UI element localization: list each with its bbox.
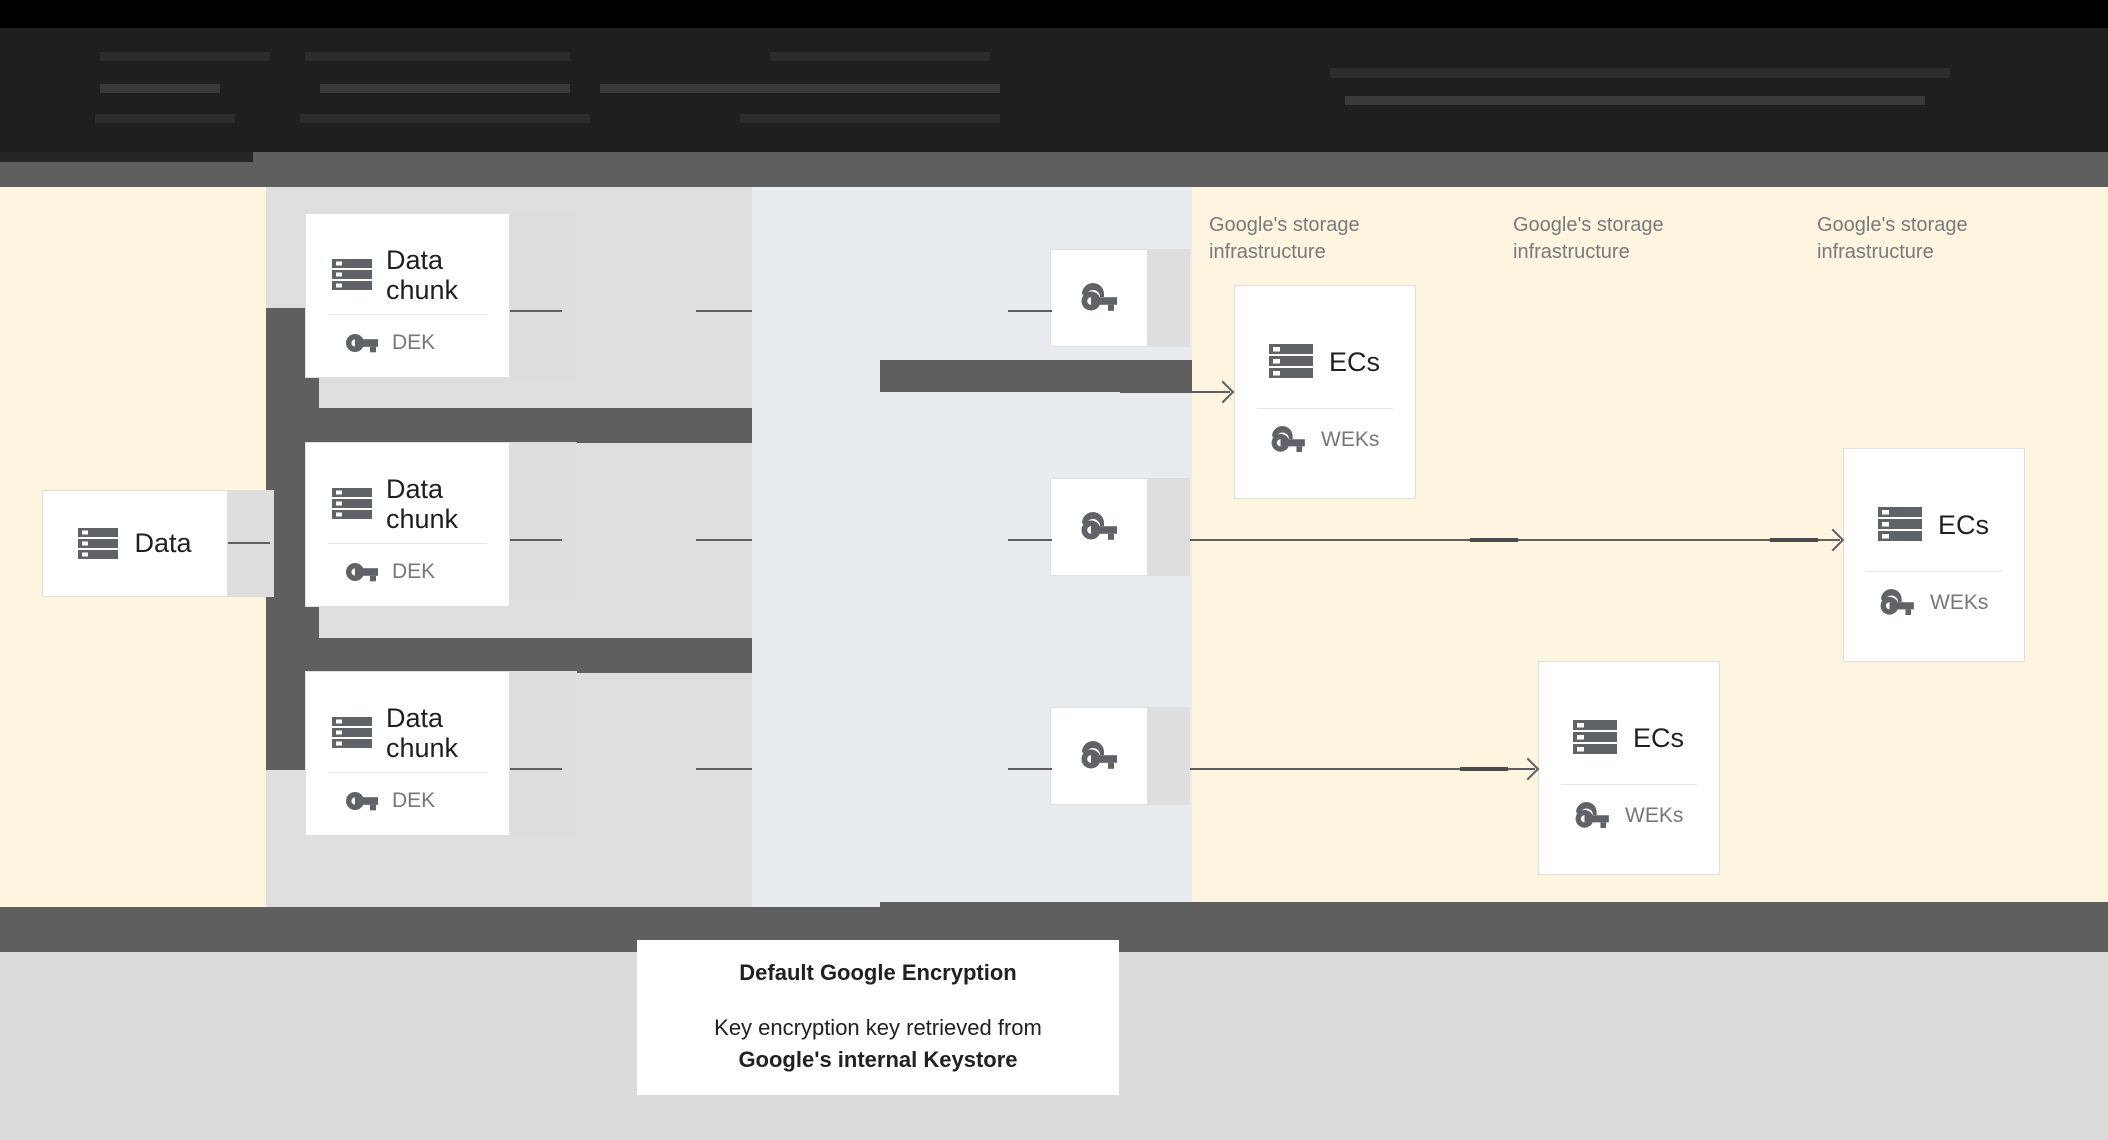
weks-label: WEKs [1930,591,1989,614]
obscured-text-line [95,114,235,123]
diagram-canvas: Google's storage infrastructure Google's… [0,0,2108,1140]
wrapped-key-icon [1269,425,1307,455]
chunk-shadow-3 [510,671,577,836]
obscured-text-line [1330,68,1950,78]
ec-label: ECs [1938,509,1990,540]
connector-data-to-fanout [228,542,270,544]
key-icon [346,332,378,354]
wrapped-key-box-3[interactable] [1050,707,1148,805]
storage-icon [332,487,372,521]
connector-chunk2-to-dek2 [510,539,562,541]
wrapped-key-box-1[interactable] [1050,249,1148,347]
caption-heading: Default Google Encryption [739,959,1017,985]
connector-to-wrappedkey-2 [1008,539,1052,541]
storage-icon [78,527,119,561]
key-icon [346,561,378,583]
section-label-storage-2: Google's storage infrastructure [1513,214,1664,263]
data-chunk-label: Data chunk [386,473,459,534]
wrapped-key-icon [1079,282,1119,314]
data-chunk-label: Data chunk [386,244,459,305]
dek-label: DEK [392,331,436,354]
caption-body: Key encryption key retrieved from Google… [714,1012,1042,1076]
obscured-text-band [0,28,2108,152]
wrapped-key-shadow-2 [1148,478,1190,576]
obscured-text-line [1345,96,1925,105]
obscured-text-line [100,52,270,61]
arrow-to-ec-1 [1120,391,1230,393]
obscured-text-line [600,84,1000,93]
data-chunk-card-2[interactable]: Data chunk DEK [305,442,510,607]
obscured-text-line [320,84,570,93]
weks-label: WEKs [1321,428,1380,451]
data-node-label: Data [134,528,192,559]
section-label-storage-1: Google's storage infrastructure [1209,214,1360,263]
connector-dek2-out [696,539,752,541]
wrapped-key-shadow-3 [1148,707,1190,805]
key-icon [346,790,378,812]
data-chunk-label: Data chunk [386,702,459,763]
storage-icon [1269,343,1313,381]
arrow-segment-highlight [1770,538,1818,542]
obscured-text-line [305,52,570,61]
wrapped-key-shadow-1 [1148,249,1190,347]
section-label-storage-3: Google's storage infrastructure [1817,214,1968,263]
weks-label: WEKs [1625,804,1684,827]
connector-to-wrappedkey-3 [1008,768,1052,770]
connector-dek3-out [696,768,752,770]
header-gray-band [0,152,2108,187]
ec-label: ECs [1633,722,1685,753]
wrapped-key-box-2[interactable] [1050,478,1148,576]
ec-card-3[interactable]: ECs WEKs [1843,448,2025,662]
connector-dek1-out [696,310,752,312]
storage-icon [1878,506,1922,544]
data-node[interactable]: Data [42,490,228,597]
connector-chunk1-to-dek1 [510,310,562,312]
chunk-shadow-2 [510,442,577,607]
chunk-shadow-1 [510,213,577,378]
storage-icon [1573,719,1617,757]
obscured-text-line [740,114,1000,123]
caption-box: Default Google Encryption Key encryption… [637,940,1119,1095]
data-chunk-card-1[interactable]: Data chunk DEK [305,213,510,378]
dek-label: DEK [392,560,436,583]
ec-label: ECs [1329,346,1381,377]
wrapped-key-connector-block [880,360,1192,392]
arrow-segment-highlight [1470,538,1518,542]
wrapped-key-icon [1079,511,1119,543]
arrow-segment-highlight [1460,767,1508,771]
connector-chunk3-to-dek3 [510,768,562,770]
wrapped-key-icon [1079,740,1119,772]
obscured-text-line [300,114,590,123]
obscured-text-line [770,52,990,61]
connector-to-wrappedkey-1 [1008,310,1052,312]
fanout-divider-bar-2 [266,638,752,673]
header-edge-shadow [0,152,253,162]
ec-card-1[interactable]: ECs WEKs [1234,285,1416,499]
storage-icon [332,258,372,292]
obscured-text-line [100,84,220,93]
caption-body-line2: Google's internal Keystore [738,1046,1018,1072]
ec-card-2[interactable]: ECs WEKs [1538,661,1720,875]
storage-icon [332,716,372,750]
wrapped-key-icon [1573,801,1611,831]
data-chunk-card-3[interactable]: Data chunk DEK [305,671,510,836]
caption-body-line1: Key encryption key retrieved from [714,1014,1042,1040]
dek-label: DEK [392,789,436,812]
wrapped-key-icon [1878,588,1916,618]
fanout-divider-bar-1 [266,408,752,443]
